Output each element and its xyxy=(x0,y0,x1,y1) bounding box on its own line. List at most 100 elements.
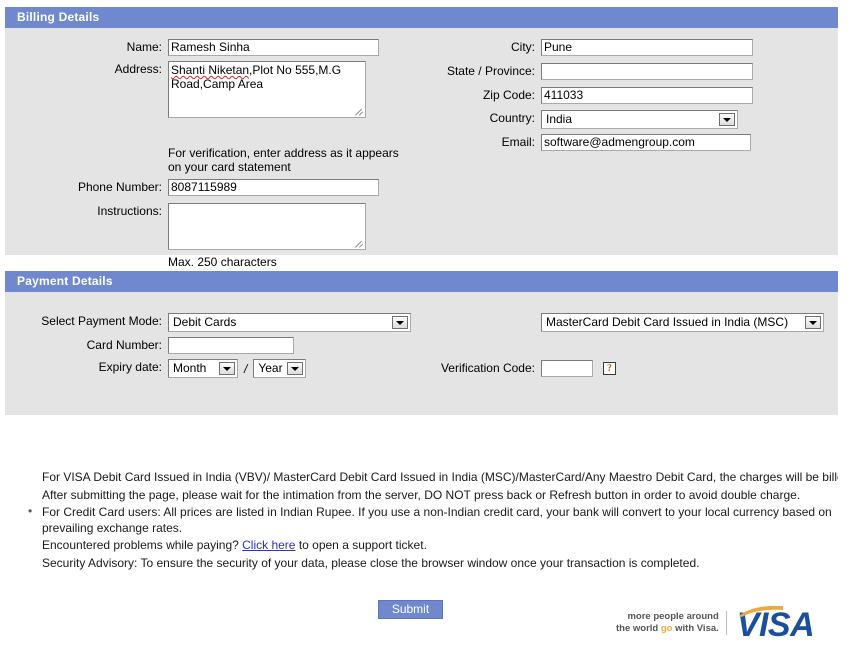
verification-code-control: ? xyxy=(541,360,616,377)
expiry-year-value: Year xyxy=(258,361,283,375)
billing-details-body: Name: Address: Shanti Niketan,Plot No 55… xyxy=(5,28,838,269)
phone-row: Phone Number: xyxy=(5,179,379,196)
country-label: Country: xyxy=(489,111,535,125)
city-control xyxy=(541,39,753,56)
payment-mode-select-value: Debit Cards xyxy=(173,315,237,329)
expiry-date-control: Month / Year xyxy=(168,359,307,378)
name-input[interactable] xyxy=(168,39,379,56)
address-hint: For verification, enter address as it ap… xyxy=(168,146,399,174)
card-issuer-select[interactable]: MasterCard Debit Card Issued in India (M… xyxy=(541,313,824,332)
address-row: Address: Shanti Niketan,Plot No 555,M.G R… xyxy=(5,61,366,118)
expiry-month-select[interactable]: Month xyxy=(168,359,238,378)
visa-wordmark-block: VISA xyxy=(727,604,815,642)
visa-logo-block: more people around the world go with Vis… xyxy=(616,601,815,645)
zip-input[interactable] xyxy=(541,87,753,104)
name-control xyxy=(168,39,379,56)
chevron-down-icon[interactable] xyxy=(219,362,235,375)
submit-button[interactable]: Submit xyxy=(378,600,443,619)
support-note-prefix: Encountered problems while paying? xyxy=(42,538,243,552)
payment-mode-row: Select Payment Mode: Debit Cards xyxy=(5,313,411,332)
payment-mode-label: Select Payment Mode: xyxy=(41,314,162,328)
instructions-textarea[interactable] xyxy=(168,203,366,250)
billing-details-panel: Billing Details Name: Address: Shanti Ni… xyxy=(5,7,838,269)
state-row: State / Province: xyxy=(415,63,753,80)
support-note-suffix: to open a support ticket. xyxy=(295,538,427,552)
zip-row: Zip Code: xyxy=(415,87,753,104)
city-input[interactable] xyxy=(541,39,753,56)
address-textarea-wrap: Shanti Niketan,Plot No 555,M.G Road,Camp … xyxy=(168,61,366,118)
payment-mode-control: Debit Cards xyxy=(168,313,411,332)
verification-code-help-icon[interactable]: ? xyxy=(603,362,616,375)
card-number-row: Card Number: xyxy=(5,337,294,354)
chevron-down-icon[interactable] xyxy=(287,362,304,375)
name-label: Name: xyxy=(126,40,162,54)
chevron-down-icon[interactable] xyxy=(392,316,408,329)
city-label: City: xyxy=(511,40,535,54)
notes-ul: For VISA Debit Card Issued in India (VBV… xyxy=(20,470,838,571)
payment-mode-select[interactable]: Debit Cards xyxy=(168,313,411,332)
visa-tagline-line2: the world go with Visa. xyxy=(616,623,719,635)
address-textarea[interactable]: Shanti Niketan,Plot No 555,M.G Road,Camp … xyxy=(168,61,366,118)
card-number-control xyxy=(168,337,294,354)
email-row: Email: xyxy=(415,134,751,151)
name-row: Name: xyxy=(5,39,379,56)
address-hint-line1: For verification, enter address as it ap… xyxy=(168,146,399,160)
country-row: Country: India xyxy=(415,110,738,129)
visa-tagline-after: with Visa. xyxy=(672,623,719,634)
country-select-value: India xyxy=(546,112,573,126)
address-control: Shanti Niketan,Plot No 555,M.G Road,Camp … xyxy=(168,61,366,118)
card-issuer-select-value: MasterCard Debit Card Issued in India (M… xyxy=(546,315,789,329)
billing-details-header: Billing Details xyxy=(5,7,838,28)
terms-notes-list: For VISA Debit Card Issued in India (VBV… xyxy=(20,470,838,580)
payment-details-panel: Payment Details Select Payment Mode: Deb… xyxy=(5,271,838,415)
expiry-month-value: Month xyxy=(173,361,207,375)
card-number-input[interactable] xyxy=(168,337,294,354)
zip-label: Zip Code: xyxy=(482,88,535,102)
list-item: After submitting the page, please wait f… xyxy=(42,488,838,504)
chevron-down-icon[interactable] xyxy=(805,316,821,329)
expiry-date-row: Expiry date: Month / Year xyxy=(5,359,307,378)
address-line2: Road,Camp Area xyxy=(171,77,264,91)
email-label: Email: xyxy=(501,135,535,149)
phone-label: Phone Number: xyxy=(77,180,162,194)
address-line1-spellchecked: Shanti Niketan xyxy=(171,63,250,77)
expiry-year-select[interactable]: Year xyxy=(253,359,307,378)
address-line1-rest: ,Plot No 555,M.G xyxy=(249,63,342,77)
verification-code-input[interactable] xyxy=(541,360,593,377)
expiry-date-label: Expiry date: xyxy=(98,360,162,374)
instructions-hint: Max. 250 characters xyxy=(168,255,277,269)
zip-control xyxy=(541,87,753,104)
expiry-separator: / xyxy=(244,361,248,376)
visa-tagline-go: go xyxy=(660,623,673,634)
instructions-label: Instructions: xyxy=(97,204,162,218)
country-select[interactable]: India xyxy=(541,110,738,129)
card-issuer-control: MasterCard Debit Card Issued in India (M… xyxy=(541,313,824,332)
state-input[interactable] xyxy=(541,63,753,80)
chevron-down-icon[interactable] xyxy=(719,113,735,126)
support-ticket-link[interactable]: Click here xyxy=(242,538,295,552)
payment-details-body: Select Payment Mode: Debit Cards MasterC… xyxy=(5,292,838,415)
address-label: Address: xyxy=(114,62,162,76)
instructions-row: Instructions: xyxy=(5,203,366,250)
phone-input[interactable] xyxy=(168,179,379,196)
payment-page: Billing Details Name: Address: Shanti Ni… xyxy=(0,0,858,658)
list-item: Security Advisory: To ensure the securit… xyxy=(42,556,838,572)
verification-code-row: Verification Code: ? xyxy=(415,360,616,377)
state-control xyxy=(541,63,753,80)
visa-tagline-before: the world xyxy=(616,623,661,634)
verification-code-label: Verification Code: xyxy=(440,361,535,375)
list-item-support: Encountered problems while paying? Click… xyxy=(42,538,838,554)
city-row: City: xyxy=(415,39,753,56)
instructions-control xyxy=(168,203,366,250)
phone-control xyxy=(168,179,379,196)
visa-swoosh-icon xyxy=(738,606,783,617)
email-control xyxy=(541,134,751,151)
list-item: For Credit Card users: All prices are li… xyxy=(28,504,838,536)
card-issuer-row: MasterCard Debit Card Issued in India (M… xyxy=(541,313,824,332)
list-item: For VISA Debit Card Issued in India (VBV… xyxy=(42,470,838,486)
instructions-textarea-wrap xyxy=(168,203,366,250)
state-label: State / Province: xyxy=(446,64,535,78)
email-input[interactable] xyxy=(541,134,751,151)
address-hint-line2: on your card statement xyxy=(168,160,291,174)
payment-details-header: Payment Details xyxy=(5,271,838,292)
